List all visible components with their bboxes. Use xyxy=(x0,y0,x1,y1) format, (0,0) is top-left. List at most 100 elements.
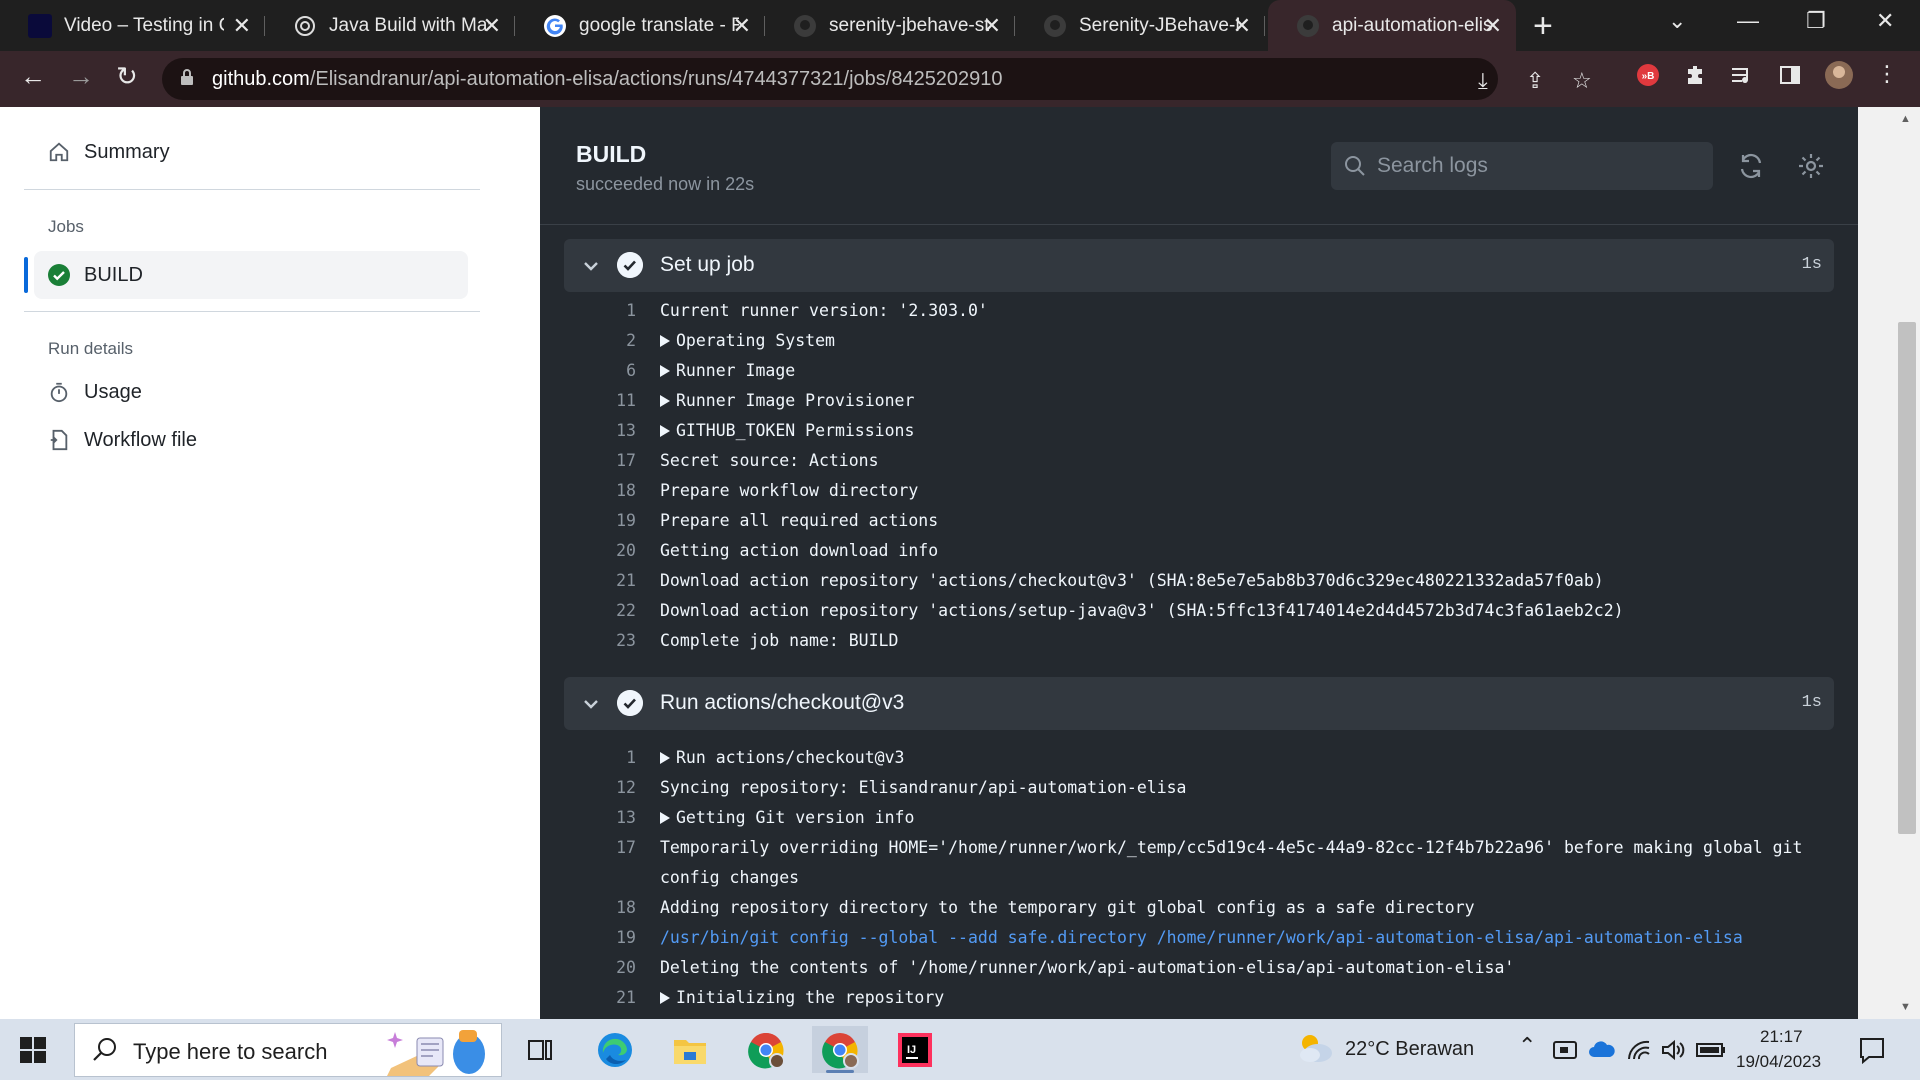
close-tab-icon[interactable]: ✕ xyxy=(1233,13,1251,39)
expand-triangle-icon[interactable] xyxy=(660,752,670,764)
chrome-profile-icon[interactable] xyxy=(738,1026,794,1073)
log-line-number[interactable]: 18 xyxy=(560,893,636,923)
expand-triangle-icon[interactable] xyxy=(660,335,670,347)
log-line-number[interactable]: 13 xyxy=(560,803,636,833)
new-tab-button[interactable]: + xyxy=(1533,6,1553,46)
usage-link[interactable]: Usage xyxy=(46,379,142,405)
side-panel-icon[interactable] xyxy=(1778,63,1802,92)
chrome-menu-icon[interactable]: ⋮ xyxy=(1876,61,1898,87)
tab-search-chevron-icon[interactable]: ⌄ xyxy=(1668,8,1686,34)
log-line-text[interactable]: Run actions/checkout@v3 xyxy=(660,743,904,773)
weather-text[interactable]: 22°C Berawan xyxy=(1345,1038,1474,1061)
browser-tab[interactable]: Serenity-JBehave-M ✕ xyxy=(1015,0,1265,51)
expand-triangle-icon[interactable] xyxy=(660,992,670,1004)
forward-button[interactable]: → xyxy=(68,61,94,92)
log-line-text[interactable]: Operating System xyxy=(660,326,835,356)
close-tab-icon[interactable]: ✕ xyxy=(233,13,251,39)
log-line-number[interactable]: 17 xyxy=(560,446,636,476)
step-header-set-up-job[interactable]: Set up job 1s xyxy=(564,239,1834,292)
log-line[interactable]: 1 Run actions/checkout@v3 xyxy=(540,743,1858,773)
reload-button[interactable]: ↻ xyxy=(116,61,138,92)
log-line-number[interactable]: 2 xyxy=(560,326,636,356)
volume-speaker-icon[interactable] xyxy=(1660,1039,1686,1061)
scrollbar-thumb[interactable] xyxy=(1898,322,1916,834)
browser-tab[interactable]: serenity-jbehave-st ✕ xyxy=(765,0,1015,51)
log-line-number[interactable]: 21 xyxy=(560,983,636,1013)
chrome-active-icon[interactable] xyxy=(812,1026,868,1073)
lock-icon[interactable] xyxy=(180,68,194,86)
media-controls-icon[interactable] xyxy=(1730,63,1756,92)
windows-start-icon[interactable] xyxy=(20,1037,46,1063)
log-line-number[interactable]: 1 xyxy=(560,743,636,773)
search-logs-box[interactable] xyxy=(1331,142,1713,190)
chevron-down-icon[interactable] xyxy=(580,693,602,715)
log-line[interactable]: 11 Runner Image Provisioner xyxy=(540,386,1858,416)
expand-triangle-icon[interactable] xyxy=(660,365,670,377)
log-line-number[interactable]: 19 xyxy=(560,506,636,536)
log-line-text[interactable]: Initializing the repository xyxy=(660,983,944,1013)
log-line-number[interactable]: 13 xyxy=(560,416,636,446)
address-bar[interactable]: github.com/Elisandranur/api-automation-e… xyxy=(162,58,1592,100)
close-tab-icon[interactable]: ✕ xyxy=(983,13,1001,39)
battery-icon[interactable] xyxy=(1696,1042,1726,1058)
task-view-icon[interactable] xyxy=(512,1026,568,1073)
expand-triangle-icon[interactable] xyxy=(660,812,670,824)
log-line-number[interactable]: 1 xyxy=(560,296,636,326)
log-line-number[interactable]: 22 xyxy=(560,596,636,626)
browser-tab[interactable]: Video – Testing in C ✕ xyxy=(0,0,265,51)
log-line-number[interactable]: 20 xyxy=(560,536,636,566)
expand-triangle-icon[interactable] xyxy=(660,395,670,407)
close-window-button[interactable]: ✕ xyxy=(1876,8,1894,34)
close-tab-icon[interactable]: ✕ xyxy=(733,13,751,39)
share-icon[interactable]: ⇪ xyxy=(1526,68,1544,94)
bookmark-star-icon[interactable]: ☆ xyxy=(1572,68,1592,94)
expand-triangle-icon[interactable] xyxy=(660,425,670,437)
install-app-icon[interactable]: ⤓ xyxy=(1478,68,1488,94)
browser-tab[interactable]: google translate - F ✕ xyxy=(515,0,765,51)
notification-center-icon[interactable] xyxy=(1858,1036,1886,1064)
search-logs-input[interactable] xyxy=(1377,152,1697,180)
log-line[interactable]: 13 Getting Git version info xyxy=(540,803,1858,833)
close-tab-icon[interactable]: ✕ xyxy=(483,13,501,39)
onedrive-cloud-icon[interactable] xyxy=(1588,1039,1616,1059)
intellij-idea-icon[interactable]: IJ xyxy=(887,1026,943,1073)
meet-now-icon[interactable] xyxy=(1552,1039,1578,1061)
minimize-button[interactable]: — xyxy=(1737,8,1759,34)
close-tab-icon[interactable]: ✕ xyxy=(1484,13,1502,39)
clock-time[interactable]: 21:17 xyxy=(1760,1027,1803,1047)
restore-button[interactable]: ❐ xyxy=(1806,8,1826,34)
log-line-number[interactable]: 23 xyxy=(560,626,636,656)
scroll-up-arrow-icon[interactable]: ▲ xyxy=(1900,113,1911,125)
wifi-icon[interactable] xyxy=(1626,1039,1652,1061)
workflow-file-link[interactable]: Workflow file xyxy=(46,427,197,453)
log-line[interactable]: 21 Initializing the repository xyxy=(540,983,1858,1013)
settings-gear-icon[interactable] xyxy=(1796,151,1826,181)
log-line-number[interactable]: 17 xyxy=(560,833,636,863)
page-scrollbar[interactable]: ▲ ▼ xyxy=(1858,107,1920,1019)
refresh-icon[interactable] xyxy=(1736,151,1766,181)
log-line-text[interactable]: GITHUB_TOKEN Permissions xyxy=(660,416,914,446)
log-line-number[interactable]: 12 xyxy=(560,773,636,803)
log-line-number[interactable]: 18 xyxy=(560,476,636,506)
show-hidden-icons-chevron-icon[interactable]: ⌃ xyxy=(1518,1033,1536,1059)
log-line[interactable]: 2 Operating System xyxy=(540,326,1858,356)
summary-link[interactable]: Summary xyxy=(46,139,170,165)
back-button[interactable]: ← xyxy=(20,61,46,92)
chevron-down-icon[interactable] xyxy=(580,255,602,277)
log-line-number[interactable]: 19 xyxy=(560,923,636,953)
log-line-number[interactable]: 20 xyxy=(560,953,636,983)
scroll-down-arrow-icon[interactable]: ▼ xyxy=(1900,1001,1911,1013)
log-line-number[interactable]: 21 xyxy=(560,566,636,596)
log-line-text[interactable]: Getting Git version info xyxy=(660,803,914,833)
profile-avatar[interactable] xyxy=(1824,60,1854,95)
clock-date[interactable]: 19/04/2023 xyxy=(1736,1052,1821,1072)
log-line-number[interactable]: 11 xyxy=(560,386,636,416)
extension-icon[interactable]: »B xyxy=(1636,63,1660,92)
taskbar-search-box[interactable]: Type here to search xyxy=(74,1023,502,1077)
extensions-puzzle-icon[interactable] xyxy=(1684,63,1708,92)
log-line-text[interactable]: Runner Image Provisioner xyxy=(660,386,914,416)
browser-tab[interactable]: Java Build with Mav ✕ xyxy=(265,0,515,51)
browser-tab-active[interactable]: api-automation-elis ✕ xyxy=(1268,0,1516,51)
log-line[interactable]: 13 GITHUB_TOKEN Permissions xyxy=(540,416,1858,446)
job-item-build-label[interactable]: BUILD xyxy=(46,262,143,288)
